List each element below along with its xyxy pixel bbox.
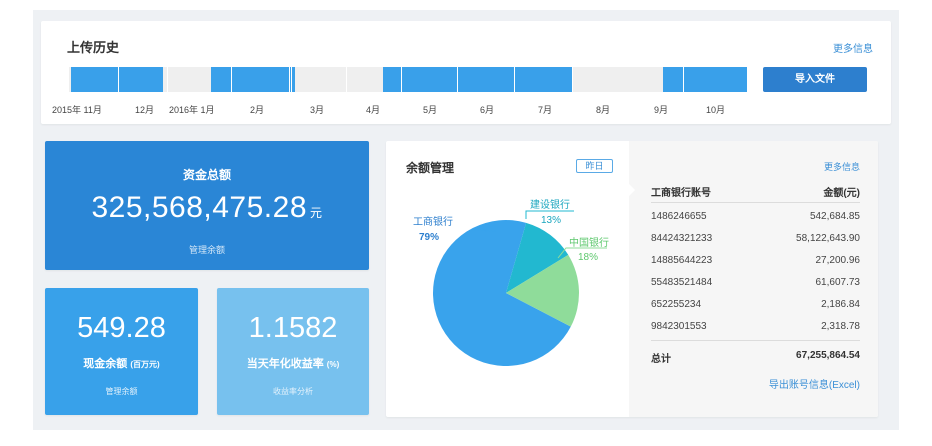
pie-label-icbc: 工商银行 xyxy=(413,217,453,228)
upload-more-link[interactable]: 更多信息 xyxy=(833,40,873,55)
timeline-tick-label: 2月 xyxy=(250,105,265,115)
header-divider xyxy=(651,202,860,203)
pie-value-ccb: 13% xyxy=(541,215,562,226)
pie-label-boc: 中国银行 xyxy=(569,238,609,249)
account-table-header: 工商银行账号 金额(元) xyxy=(651,184,860,199)
cash-balance-unit: (百万元) xyxy=(130,360,160,369)
timeline-divider xyxy=(346,67,347,92)
account-row[interactable]: 652255234 2,186.84 xyxy=(651,299,860,313)
timeline-divider xyxy=(289,67,290,92)
timeline-segment[interactable] xyxy=(663,67,747,92)
total-funds-card: 资金总额 325,568,475.28 元 管理余额 xyxy=(45,141,369,270)
total-funds-unit: 元 xyxy=(310,206,323,220)
upload-history-panel: 上传历史 更多信息 导入文件 2015年 11月 12月 2016年 1月 2月… xyxy=(41,21,891,124)
total-funds-amount: 325,568,475.28 元 xyxy=(45,191,369,225)
total-row: 总计 67,255,864.54 xyxy=(651,350,860,365)
daily-yield-unit: (%) xyxy=(326,360,340,369)
timeline-divider xyxy=(514,67,515,92)
export-excel-link[interactable]: 导出账号信息(Excel) xyxy=(769,376,860,391)
account-row[interactable]: 84424321233 58,122,643.90 xyxy=(651,233,860,247)
timeline-divider xyxy=(118,67,119,92)
pie-value-boc: 18% xyxy=(578,252,599,263)
cash-balance-label-text: 现金余额 xyxy=(83,358,128,370)
upload-history-title: 上传历史 xyxy=(67,40,120,55)
timeline-segment[interactable] xyxy=(383,67,572,92)
timeline-tick-label: 4月 xyxy=(366,105,381,115)
timeline-divider xyxy=(683,67,684,92)
account-row[interactable]: 14885644223 27,200.96 xyxy=(651,255,860,269)
account-row[interactable]: 55483521484 61,607.73 xyxy=(651,277,860,291)
account-row[interactable]: 9842301553 2,318.78 xyxy=(651,321,860,335)
balance-pie-chart xyxy=(433,210,607,367)
timeline-divider xyxy=(457,67,458,92)
cash-balance-card: 549.28 现金余额 (百万元) 管理余额 xyxy=(45,288,198,415)
timeline-divider xyxy=(572,67,573,92)
timeline-tick-label: 9月 xyxy=(654,105,669,115)
account-amount: 2,318.78 xyxy=(821,321,860,332)
account-number: 9842301553 xyxy=(651,321,707,332)
total-funds-link[interactable]: 管理余额 xyxy=(45,243,369,256)
timeline-segment[interactable] xyxy=(71,67,163,92)
yield-analysis-link[interactable]: 收益率分析 xyxy=(217,386,369,397)
timeline-divider xyxy=(231,67,232,92)
account-number: 14885644223 xyxy=(651,255,713,266)
account-number: 1486246655 xyxy=(651,211,707,222)
timeline-tick-label: 2016年 1月 xyxy=(169,105,215,115)
account-amount: 2,186.84 xyxy=(821,299,860,310)
daily-yield-label-text: 当天年化收益率 xyxy=(246,358,324,370)
total-funds-value: 325,568,475.28 xyxy=(91,191,308,224)
daily-yield-value: 1.1582 xyxy=(248,312,338,344)
list-pointer-arrow xyxy=(629,184,635,196)
balance-management-panel: 余额管理 昨日 工商银行 79% 建设银行 13% 中国银行 18% 更多信息 … xyxy=(386,141,878,417)
account-amount: 61,607.73 xyxy=(815,277,861,288)
upload-timeline[interactable] xyxy=(69,67,747,92)
account-amount: 27,200.96 xyxy=(815,255,861,266)
timeline-divider xyxy=(291,67,292,92)
timeline-tick-label: 5月 xyxy=(423,105,438,115)
account-amount: 58,122,643.90 xyxy=(796,233,860,244)
timeline-tick-label: 7月 xyxy=(538,105,553,115)
account-list: 更多信息 工商银行账号 金额(元) 1486246655 542,684.85 8… xyxy=(629,141,878,417)
timeline-tick-label: 6月 xyxy=(480,105,495,115)
dashboard: 上传历史 更多信息 导入文件 2015年 11月 12月 2016年 1月 2月… xyxy=(33,10,899,430)
timeline-tick-label: 8月 xyxy=(596,105,611,115)
total-label: 总计 xyxy=(651,354,671,365)
timeline-tick-label: 2015年 11月 xyxy=(52,105,102,115)
account-number: 652255234 xyxy=(651,299,702,310)
pie-label-ccb: 建设银行 xyxy=(530,200,570,211)
account-row[interactable]: 1486246655 542,684.85 xyxy=(651,211,860,225)
daily-yield-label: 当天年化收益率 (%) xyxy=(217,355,369,371)
cash-balance-link[interactable]: 管理余额 xyxy=(45,386,198,397)
timeline-divider xyxy=(167,67,168,92)
timeline-segment[interactable] xyxy=(211,67,295,92)
timeline-divider xyxy=(401,67,402,92)
total-amount: 67,255,864.54 xyxy=(796,350,860,361)
account-number: 84424321233 xyxy=(651,233,713,244)
timeline-tick-label: 10月 xyxy=(706,105,726,115)
timeline-tick-label: 3月 xyxy=(310,105,325,115)
total-divider xyxy=(651,340,860,341)
cash-balance-label: 现金余额 (百万元) xyxy=(45,355,198,371)
accounts-more-link[interactable]: 更多信息 xyxy=(824,160,860,173)
timeline-tick-label: 12月 xyxy=(135,105,155,115)
account-number: 55483521484 xyxy=(651,277,713,288)
import-file-button[interactable]: 导入文件 xyxy=(763,67,867,92)
account-column-header: 工商银行账号 xyxy=(651,188,711,199)
total-funds-label: 资金总额 xyxy=(182,168,231,182)
cash-balance-value: 549.28 xyxy=(77,312,166,344)
account-amount: 542,684.85 xyxy=(809,211,860,222)
daily-yield-card: 1.1582 当天年化收益率 (%) 收益率分析 xyxy=(217,288,369,415)
amount-column-header: 金额(元) xyxy=(823,188,860,199)
pie-value-icbc: 79% xyxy=(419,232,440,243)
